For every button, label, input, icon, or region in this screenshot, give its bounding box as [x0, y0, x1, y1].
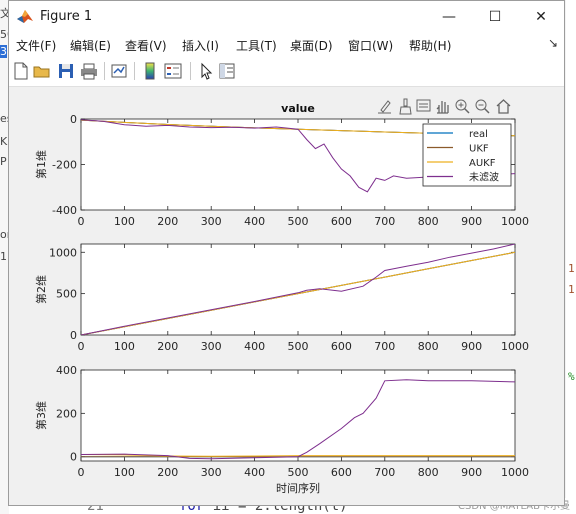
plots-area: 0 100 200 300 400 500 600 700 800 900 10000-200-40…: [34, 102, 529, 495]
link-plot-icon[interactable]: [110, 62, 128, 80]
bg-fragment: 1: [568, 283, 575, 296]
x-tick-label: 200: [157, 340, 178, 353]
toolbar-separator: [190, 62, 191, 80]
dock-arrow-icon[interactable]: ↘: [548, 36, 558, 50]
legend-entry: AUKF: [469, 158, 496, 169]
x-tick-label: 200: [157, 215, 178, 228]
x-tick-label: 600: [331, 215, 352, 228]
x-tick-label: 500: [288, 466, 309, 479]
chart-title: value: [281, 102, 315, 115]
legend: real UKF AUKF 未滤波: [422, 123, 512, 187]
x-tick-label: 800: [418, 340, 439, 353]
close-icon: ✕: [535, 9, 547, 25]
x-tick-label: 100: [114, 340, 135, 353]
print-icon[interactable]: [80, 62, 98, 80]
x-tick-label: 100: [114, 466, 135, 479]
legend-icon[interactable]: [164, 62, 182, 80]
x-tick-label: 700: [374, 215, 395, 228]
y-axis-label: 第3维: [34, 401, 48, 430]
axes-1: 0 100 200 300 400 500 600 700 800 900 1000 0 -200 -40…: [34, 102, 529, 228]
x-tick-label: 0: [78, 466, 85, 479]
title-bar[interactable]: Figure 1 — ☐ ✕: [9, 1, 564, 33]
y-tick-label: -200: [52, 159, 77, 172]
legend-entry: UKF: [469, 144, 489, 155]
menu-bar: 文件(F) 编辑(E) 查看(V) 插入(I) 工具(T) 桌面(D) 窗口(W…: [9, 33, 564, 56]
x-tick-label: 1000: [501, 215, 529, 228]
x-tick-label: 900: [461, 340, 482, 353]
property-inspector-icon[interactable]: [218, 62, 236, 80]
x-tick-label: 400: [244, 215, 265, 228]
bg-fragment: 1: [0, 250, 7, 263]
x-axis-label: 时间序列: [276, 481, 320, 495]
axes-2: 0 100 200 300 400 500 600 700 800 900 1000 0 500 1000…: [34, 243, 529, 353]
legend-entry: real: [469, 129, 488, 140]
maximize-icon: ☐: [488, 9, 502, 25]
menu-help[interactable]: 帮助(H): [409, 37, 451, 54]
window-title: Figure 1: [40, 9, 93, 24]
bg-fragment: 3: [0, 45, 7, 58]
x-tick-label: 800: [418, 466, 439, 479]
toolbar-separator: [104, 62, 105, 80]
menu-insert[interactable]: 插入(I): [182, 37, 219, 54]
y-tick-label: 400: [56, 364, 77, 377]
x-tick-label: 600: [331, 466, 352, 479]
x-tick-label: 0: [78, 215, 85, 228]
x-tick-label: 800: [418, 215, 439, 228]
x-tick-label: 1000: [501, 340, 529, 353]
matlab-logo-icon: [17, 10, 33, 23]
bg-fragment: P: [0, 155, 7, 168]
y-tick-label: -400: [52, 204, 77, 217]
y-axis-label: 第1维: [34, 150, 48, 179]
x-tick-label: 500: [288, 340, 309, 353]
x-tick-label: 400: [244, 340, 265, 353]
axes-box: [80, 369, 516, 462]
select-arrow-icon[interactable]: [197, 62, 215, 80]
x-tick-label: 900: [461, 215, 482, 228]
x-tick-label: 200: [157, 466, 178, 479]
figure-window: Figure 1 — ☐ ✕ 文件(F) 编辑(E) 查看(V) 插入(I) 工…: [8, 0, 565, 506]
maximize-button[interactable]: ☐: [472, 1, 518, 33]
minimize-button[interactable]: —: [426, 1, 472, 33]
menu-tools[interactable]: 工具(T): [236, 37, 277, 54]
bg-fragment: K: [0, 135, 8, 148]
x-tick-label: 300: [201, 340, 222, 353]
colorbar-icon[interactable]: [141, 62, 159, 80]
menu-view[interactable]: 查看(V): [125, 37, 167, 54]
new-figure-icon[interactable]: [12, 62, 30, 80]
x-tick-label: 700: [374, 340, 395, 353]
save-icon[interactable]: [57, 62, 75, 80]
x-tick-label: 100: [114, 215, 135, 228]
x-tick-label: 500: [288, 215, 309, 228]
figure-toolbar: [9, 56, 564, 87]
y-tick-label: 0: [70, 329, 77, 342]
y-tick-label: 0: [70, 451, 77, 464]
x-tick-label: 1000: [501, 466, 529, 479]
y-tick-label: 1000: [49, 246, 77, 259]
x-tick-label: 600: [331, 340, 352, 353]
legend-entry: 未滤波: [469, 171, 499, 184]
x-tick-label: 300: [201, 466, 222, 479]
x-tick-label: 900: [461, 466, 482, 479]
menu-edit[interactable]: 编辑(E): [70, 37, 111, 54]
menu-window[interactable]: 窗口(W): [348, 37, 393, 54]
menu-desktop[interactable]: 桌面(D): [290, 37, 333, 54]
open-file-icon[interactable]: [33, 62, 51, 80]
y-tick-label: 500: [56, 288, 77, 301]
minimize-icon: —: [442, 9, 456, 25]
menu-file[interactable]: 文件(F): [16, 37, 56, 54]
bg-fragment: 1: [568, 262, 575, 275]
x-tick-label: 700: [374, 466, 395, 479]
y-axis-label: 第2维: [34, 275, 48, 304]
x-tick-label: 400: [244, 466, 265, 479]
bg-fragment: %: [568, 370, 575, 383]
close-button[interactable]: ✕: [518, 1, 564, 33]
x-tick-label: 300: [201, 215, 222, 228]
x-tick-label: 0: [78, 340, 85, 353]
y-tick-label: 0: [70, 113, 77, 126]
background-editor-right: 1 1 %: [566, 0, 576, 514]
axes-3: 0 100 200 300 400 500 600 700 800 900 1000 0 200 400 第…: [34, 364, 529, 495]
y-tick-label: 200: [56, 407, 77, 420]
toolbar-separator: [134, 62, 135, 80]
